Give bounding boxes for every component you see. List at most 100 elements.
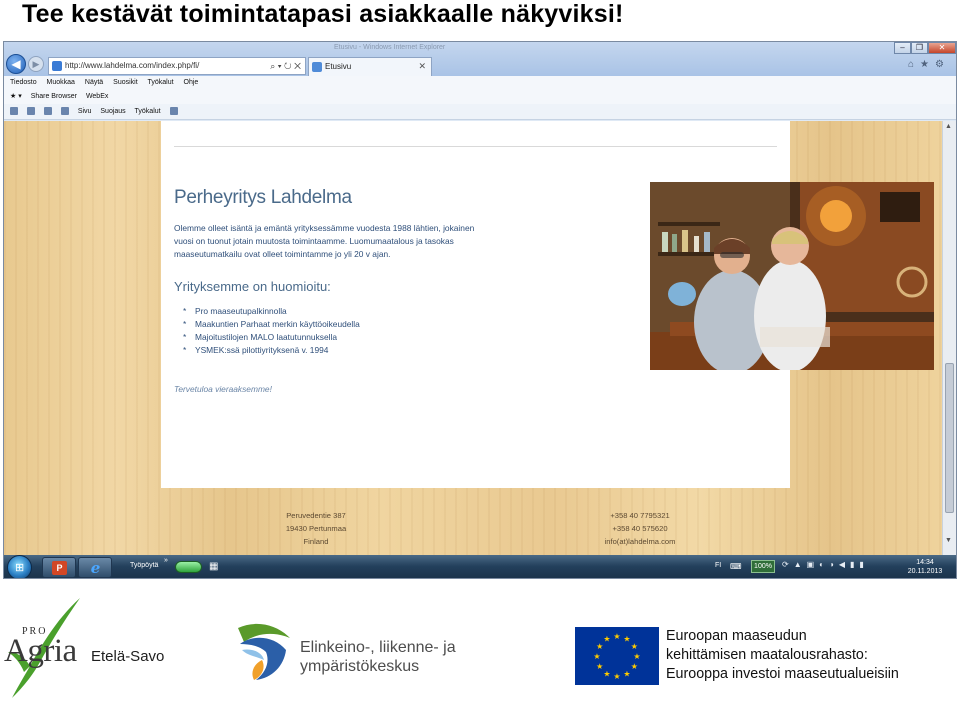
print-icon[interactable] [60,107,69,116]
svg-text:★: ★ [613,672,620,681]
mail-icon[interactable] [43,107,52,116]
site-favicon-icon [52,61,62,71]
tab-close-icon[interactable]: ✕ [418,58,426,75]
scroll-up-icon[interactable]: ▲ [945,123,952,130]
address-actions[interactable]: ⌕ ▾ ↻ ✕ [270,58,301,74]
phone-1[interactable]: +358 40 7795321 [585,509,695,522]
command-suojaus[interactable]: Suojaus [100,108,125,115]
web-page: Perheyritys Lahdelma Olemme olleet isänt… [4,121,944,555]
svg-text:★: ★ [603,669,610,678]
command-bar: Sivu Suojaus Työkalut [4,104,956,120]
svg-text:★: ★ [623,635,630,644]
scroll-down-icon[interactable]: ▼ [945,537,952,544]
proagria-region: Etelä-Savo [91,648,165,665]
menu-item-tiedosto[interactable]: Tiedosto [10,79,37,86]
company-heading: Perheyritys Lahdelma [174,187,352,208]
internet-explorer-icon: e [90,559,101,577]
back-icon[interactable]: ◀ [6,54,26,74]
list-item: * Majoitustilojen MALO laatutunnuksella [183,331,360,344]
footer-address: Peruvedentie 387 19430 Pertunmaa Finland [271,509,361,548]
list-item-text: Pro maaseutupalkinnolla [195,306,287,316]
restore-button[interactable]: ❐ [911,42,928,54]
taskbar-powerpoint[interactable]: P [42,557,76,578]
svg-text:★: ★ [633,652,640,661]
toolbar-chevron-icon[interactable]: » [164,557,168,564]
clock[interactable]: 14:34 20.11.2013 [900,558,950,576]
list-item: * Pro maaseutupalkinnolla [183,305,360,318]
svg-text:★: ★ [631,642,638,651]
list-item: * Maakuntien Parhaat merkin käyttöoikeude… [183,318,360,331]
address-line: Finland [303,537,329,546]
tab-favicon-icon [312,62,322,72]
favorite-webex[interactable]: WebEx [86,93,108,100]
help-icon[interactable] [169,107,178,116]
menu-item-nayta[interactable]: Näytä [85,79,103,86]
bullet-star-icon: * [183,319,187,329]
browser-titlebar: Etusivu - Windows Internet Explorer ◀ ▶ … [4,42,956,76]
zoom-level[interactable]: 100% [751,560,775,573]
proagria-logo: PRO Agria Etelä-Savo [0,596,175,700]
eu-text-line1: Euroopan maaseudun [666,628,807,644]
eu-text-line3: Eurooppa investoi maaseutualueisiin [666,666,899,682]
bullet-star-icon: * [183,345,187,355]
favorites-star-icon[interactable]: ★ ▾ [10,93,22,100]
address-bar[interactable]: http://www.lahdelma.com/index.php/fi/ ⌕ … [48,57,306,75]
svg-text:★: ★ [631,662,638,671]
close-button[interactable]: ✕ [928,42,956,54]
intro-text: Olemme olleet isäntä ja emäntä yritykses… [174,223,475,259]
slide-title: Tee kestävät toimintatapasi asiakkaalle … [22,0,624,28]
status-indicator[interactable] [175,561,202,573]
owners-photo [650,182,934,370]
noted-list: * Pro maaseutupalkinnolla * Maakuntien Par… [183,305,360,357]
desktop-toolbar[interactable]: Työpöytä [130,562,158,569]
svg-text:★: ★ [613,632,620,641]
command-tyokalut[interactable]: Työkalut [135,108,161,115]
address-line: Peruvedentie 387 [286,511,346,520]
taskbar-internet-explorer[interactable]: e [78,557,112,578]
forward-icon[interactable]: ▶ [28,56,44,72]
address-url: http://www.lahdelma.com/index.php/fi/ [65,61,200,70]
email-link[interactable]: info(at)lahdelma.com [585,535,695,548]
menu-item-suosikit[interactable]: Suosikit [113,79,138,86]
clock-date: 20.11.2013 [907,568,943,575]
tab-etusivu[interactable]: Etusivu ✕ [308,57,432,76]
menu-item-tyokalut[interactable]: Työkalut [148,79,174,86]
start-button[interactable]: ⊞ [7,555,32,578]
system-tray[interactable]: ⟳▲▣◐◑◀▮▮ [782,560,869,569]
list-item-text: YSMEK:ssä pilottiyrityksenä v. 1994 [195,345,329,355]
home-icon[interactable] [10,107,18,116]
show-windows-icon[interactable]: ▦ [209,561,218,572]
list-item-text: Majoitustilojen MALO laatutunnuksella [195,332,337,342]
feeds-icon[interactable] [26,107,35,116]
taskbar: ⊞ P e Työpöytä » ▦ FI ⌨ 100% ⟳▲▣◐◑◀▮▮ 14… [4,555,956,578]
noted-heading: Yrityksemme on huomioitu: [174,279,331,294]
eu-logo: ★ ★ ★ ★ ★ ★ ★ ★ ★ ★ ★ ★ Euroopan maaseud… [575,627,945,689]
content-card: Perheyritys Lahdelma Olemme olleet isänt… [161,121,934,488]
scroll-thumb[interactable] [945,363,954,513]
clock-time: 14:34 [916,559,934,566]
language-indicator[interactable]: FI [715,562,721,569]
bullet-star-icon: * [183,306,187,316]
list-item: * YSMEK:ssä pilottiyrityksenä v. 1994 [183,344,360,357]
ely-name-line2: ympäristökeskus [300,658,420,675]
slide: Tee kestävät toimintatapasi asiakkaalle … [0,0,960,703]
tab-label: Etusivu [325,62,352,71]
bullet-star-icon: * [183,332,187,342]
menu-item-muokkaa[interactable]: Muokkaa [47,79,75,86]
ely-emblem-icon [238,623,290,680]
welcome-text: Tervetuloa vieraaksemme! [174,384,272,394]
command-sivu[interactable]: Sivu [78,108,92,115]
window-title: Etusivu - Windows Internet Explorer [334,44,446,51]
browser-tools[interactable]: ⌂★⚙ [908,59,950,70]
menu-item-ohje[interactable]: Ohje [184,79,199,86]
phone-2[interactable]: +358 40 575620 [585,522,695,535]
window-controls: – ❐ ✕ [894,42,956,54]
menu-bar: Tiedosto Muokkaa Näytä Suosikit Työkalut… [4,76,956,90]
svg-text:★: ★ [593,652,600,661]
list-item-text: Maakuntien Parhaat merkin käyttöoikeudel… [195,319,360,329]
minimize-button[interactable]: – [894,42,911,54]
powerpoint-icon: P [52,561,67,575]
keyboard-icon[interactable]: ⌨ [730,562,742,571]
favorite-share-browser[interactable]: Share Browser [31,93,77,100]
vertical-scrollbar[interactable]: ▲ ▼ [942,121,956,555]
